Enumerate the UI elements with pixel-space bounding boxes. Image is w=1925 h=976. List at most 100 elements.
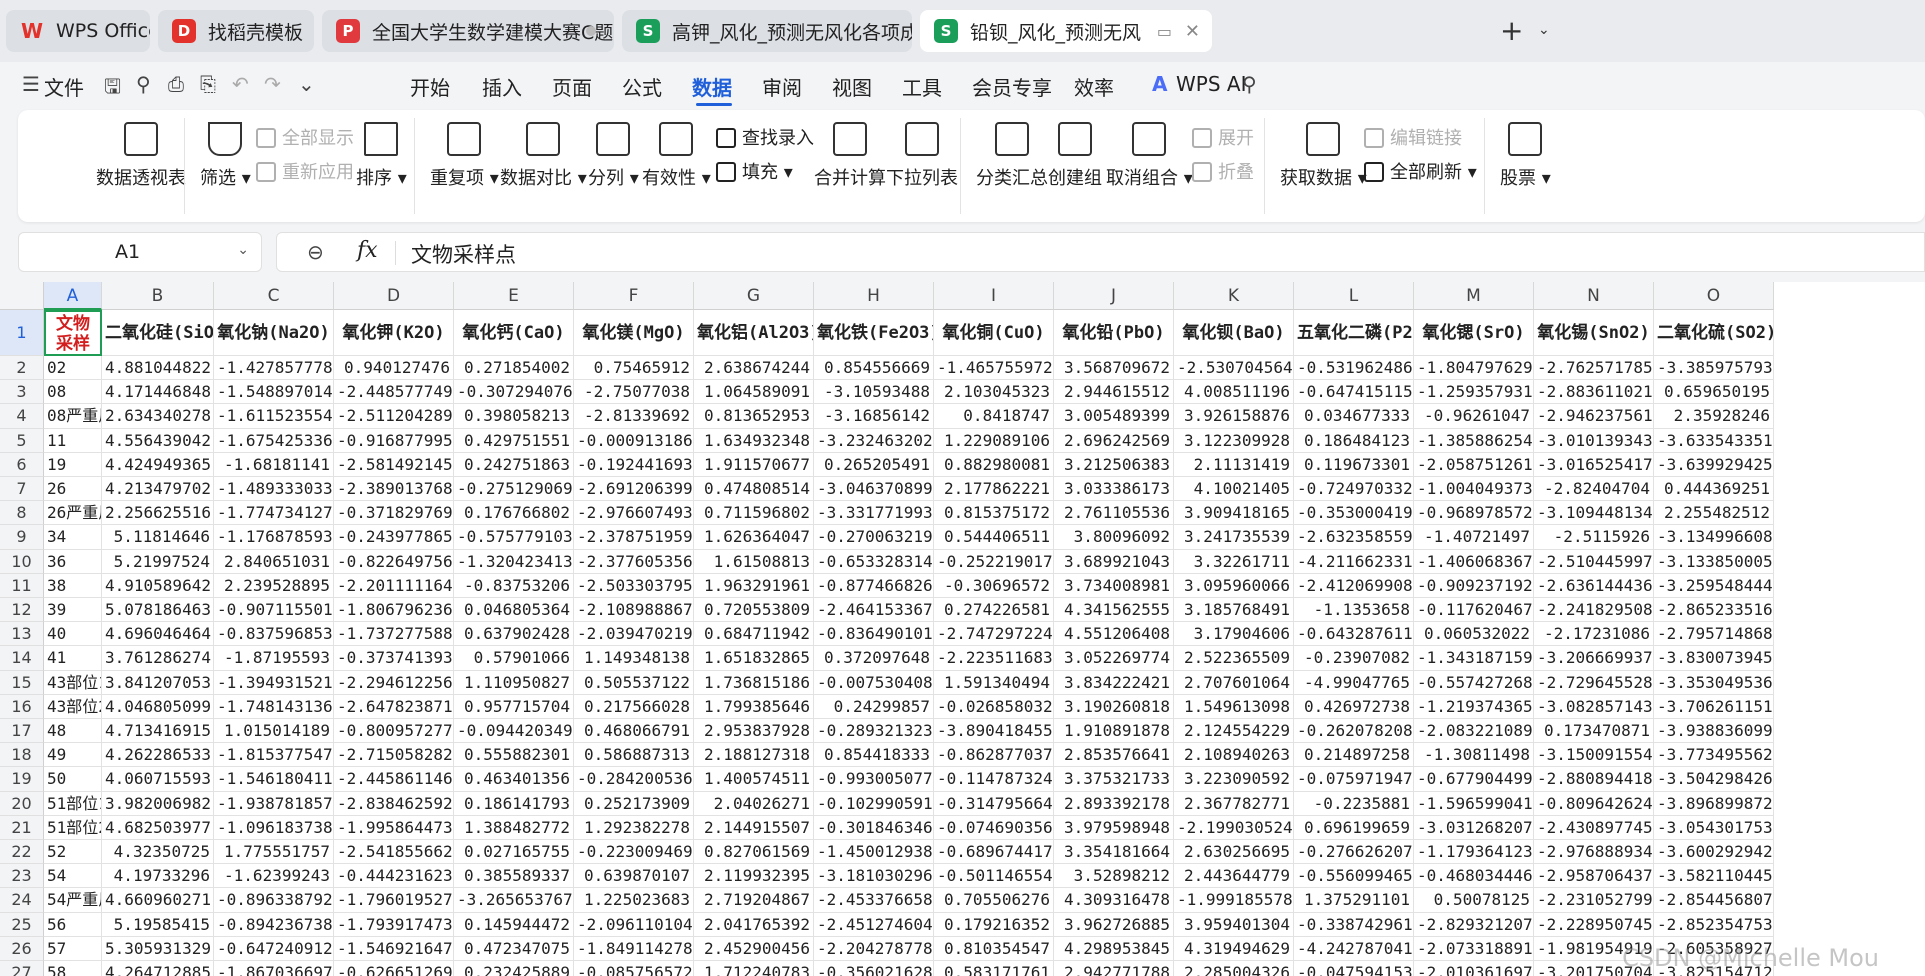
header-cell[interactable]: 氧化铝(Al2O3) — [694, 310, 814, 356]
value-cell[interactable]: -2.17231086 — [1534, 622, 1654, 647]
value-cell[interactable]: 0.815375172 — [934, 501, 1054, 526]
search-icon[interactable]: ⚲ — [1242, 72, 1257, 96]
value-cell[interactable]: -3.639929425 — [1654, 452, 1774, 477]
value-cell[interactable]: -2.510445997 — [1534, 549, 1654, 574]
value-cell[interactable]: 1.61508813 — [694, 549, 814, 574]
value-cell[interactable]: -0.993005077 — [814, 767, 934, 792]
value-cell[interactable]: 0.242751863 — [454, 452, 574, 477]
value-cell[interactable]: -1.62399243 — [214, 864, 334, 889]
value-cell[interactable]: -2.762571785 — [1534, 356, 1654, 381]
value-cell[interactable]: -3.150091554 — [1534, 743, 1654, 768]
value-cell[interactable]: -2.241829508 — [1534, 598, 1654, 623]
value-cell[interactable]: -0.2235881 — [1294, 791, 1414, 816]
value-cell[interactable]: -2.852354753 — [1654, 912, 1774, 937]
value-cell[interactable]: 2.707601064 — [1174, 670, 1294, 695]
value-cell[interactable]: -3.232463202 — [814, 428, 934, 453]
value-cell[interactable]: 4.551206408 — [1054, 622, 1174, 647]
new-tab-icon[interactable]: + — [1500, 14, 1523, 47]
get-data-button[interactable]: 获取数据 ▾ — [1280, 122, 1367, 190]
value-cell[interactable]: 0.385589337 — [454, 864, 574, 889]
value-cell[interactable]: 1.963291961 — [694, 573, 814, 598]
value-cell[interactable]: 0.468066791 — [574, 719, 694, 744]
ungroup-button[interactable]: 取消组合 ▾ — [1106, 122, 1193, 190]
column-header[interactable]: B — [102, 282, 214, 310]
value-cell[interactable]: -1.806796236 — [334, 598, 454, 623]
value-cell[interactable]: 0.637902428 — [454, 622, 574, 647]
value-cell[interactable]: 3.962726885 — [1054, 912, 1174, 937]
value-cell[interactable]: -0.968978572 — [1414, 501, 1534, 526]
value-cell[interactable]: 2.719204867 — [694, 888, 814, 913]
value-cell[interactable]: 4.171446848 — [102, 380, 214, 405]
value-cell[interactable]: -1.815377547 — [214, 743, 334, 768]
row-header[interactable]: 16 — [0, 694, 44, 719]
value-cell[interactable]: 0.720553809 — [694, 598, 814, 623]
value-cell[interactable]: 0.583171761 — [934, 961, 1054, 976]
value-cell[interactable]: -0.262078208 — [1294, 719, 1414, 744]
value-cell[interactable]: 4.19733296 — [102, 864, 214, 889]
sample-id-cell[interactable]: 26 — [44, 477, 102, 502]
value-cell[interactable]: -2.581492145 — [334, 452, 454, 477]
value-cell[interactable]: -2.82404704 — [1534, 477, 1654, 502]
spreadsheet-grid[interactable]: ABCDEFGHIJKLMNO 1文物采样点二氧化硅(SiO2)氧化钠(Na2O)… — [0, 282, 1925, 976]
value-cell[interactable]: -0.689674417 — [934, 840, 1054, 865]
value-cell[interactable]: -3.938836099 — [1654, 719, 1774, 744]
value-cell[interactable]: 2.630256695 — [1174, 840, 1294, 865]
menu-view[interactable]: 视图 — [832, 72, 872, 101]
value-cell[interactable]: 0.034677333 — [1294, 404, 1414, 429]
value-cell[interactable]: -2.058751261 — [1414, 452, 1534, 477]
value-cell[interactable]: -0.501146554 — [934, 864, 1054, 889]
column-header[interactable]: G — [694, 282, 814, 310]
value-cell[interactable]: 0.555882301 — [454, 743, 574, 768]
value-cell[interactable]: 1.225023683 — [574, 888, 694, 913]
value-cell[interactable]: -0.96261047 — [1414, 404, 1534, 429]
value-cell[interactable]: 2.255482512 — [1654, 501, 1774, 526]
value-cell[interactable]: 4.881044822 — [102, 356, 214, 381]
value-cell[interactable]: -0.085756572 — [574, 961, 694, 976]
value-cell[interactable]: -0.074690356 — [934, 815, 1054, 840]
value-cell[interactable]: -0.444231623 — [334, 864, 454, 889]
value-cell[interactable]: 2.634340278 — [102, 404, 214, 429]
value-cell[interactable]: -2.795714868 — [1654, 622, 1774, 647]
value-cell[interactable]: -3.134996608 — [1654, 525, 1774, 550]
value-cell[interactable]: -2.096110104 — [574, 912, 694, 937]
value-cell[interactable]: -2.511204289 — [334, 404, 454, 429]
value-cell[interactable]: -3.331771993 — [814, 501, 934, 526]
value-cell[interactable]: -1.748143136 — [214, 694, 334, 719]
value-cell[interactable]: 0.544406511 — [934, 525, 1054, 550]
header-cell[interactable]: 五氧化二磷(P2O5) — [1294, 310, 1414, 356]
value-cell[interactable]: -2.083221089 — [1414, 719, 1534, 744]
value-cell[interactable]: -3.773495562 — [1654, 743, 1774, 768]
value-cell[interactable]: 2.177862221 — [934, 477, 1054, 502]
fill-button[interactable]: 填充 ▾ — [716, 158, 793, 184]
value-cell[interactable]: -2.430897745 — [1534, 815, 1654, 840]
value-cell[interactable]: 1.292382278 — [574, 815, 694, 840]
edit-links-button[interactable]: 编辑链接 — [1364, 124, 1462, 150]
row-header[interactable]: 4 — [0, 404, 44, 429]
value-cell[interactable]: -0.289321323 — [814, 719, 934, 744]
value-cell[interactable]: 0.179216352 — [934, 912, 1054, 937]
value-cell[interactable]: 1.110950827 — [454, 670, 574, 695]
sample-id-cell[interactable]: 34 — [44, 525, 102, 550]
value-cell[interactable]: -2.073318891 — [1414, 936, 1534, 961]
value-cell[interactable]: -1.394931521 — [214, 670, 334, 695]
value-cell[interactable]: 0.684711942 — [694, 622, 814, 647]
value-cell[interactable]: -1.320423413 — [454, 549, 574, 574]
sample-id-cell[interactable]: 11 — [44, 428, 102, 453]
value-cell[interactable]: -1.938781857 — [214, 791, 334, 816]
value-cell[interactable]: 3.52898212 — [1054, 864, 1174, 889]
expand-button[interactable]: 展开 — [1192, 124, 1254, 150]
value-cell[interactable]: -2.880894418 — [1534, 767, 1654, 792]
save-icon[interactable]: 🖫 — [104, 72, 121, 106]
row-header[interactable]: 22 — [0, 840, 44, 865]
value-cell[interactable]: 2.04026271 — [694, 791, 814, 816]
menu-tools[interactable]: 工具 — [902, 72, 942, 101]
value-cell[interactable]: 1.591340494 — [934, 670, 1054, 695]
value-cell[interactable]: 3.375321733 — [1054, 767, 1174, 792]
value-cell[interactable]: -2.377605356 — [574, 549, 694, 574]
value-cell[interactable]: 2.452900456 — [694, 936, 814, 961]
value-cell[interactable]: 0.145944472 — [454, 912, 574, 937]
value-cell[interactable]: 0.252173909 — [574, 791, 694, 816]
value-cell[interactable]: 2.239528895 — [214, 573, 334, 598]
value-cell[interactable]: 3.926158876 — [1174, 404, 1294, 429]
value-cell[interactable]: -2.108988867 — [574, 598, 694, 623]
